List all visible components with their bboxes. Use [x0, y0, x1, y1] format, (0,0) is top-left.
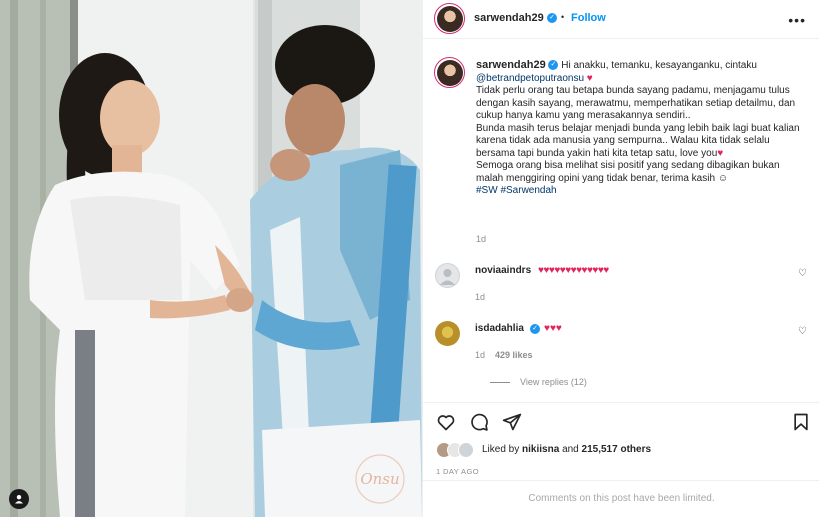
comment-item: noviaaindrs ♥♥♥♥♥♥♥♥♥♥♥♥♥ 1d ♡ [435, 263, 815, 303]
post-timestamp[interactable]: 1 DAY AGO [436, 467, 479, 476]
smile-emoji-icon: ☺ [717, 172, 729, 184]
instagram-post: Onsu sarwendah29 ✓ • Follow ••• sarwenda… [0, 0, 819, 517]
liker-username: nikiisna [522, 444, 560, 455]
verified-badge-icon: ✓ [530, 324, 540, 334]
verified-badge-icon: ✓ [548, 60, 559, 71]
comment-likes[interactable]: 429 likes [495, 350, 533, 360]
watermark-logo: Onsu [355, 454, 405, 504]
share-icon[interactable] [502, 412, 522, 432]
caption-avatar[interactable] [434, 57, 465, 88]
more-options-icon[interactable]: ••• [788, 12, 806, 28]
comments-scroll[interactable]: sarwendah29 ✓ Hi anakku, temanku, kesaya… [423, 50, 819, 390]
comment-like-heart-icon[interactable]: ♡ [798, 326, 807, 337]
likes-text[interactable]: Liked by nikiisna and 215,517 others [482, 444, 651, 455]
caption-username[interactable]: sarwendah29 [476, 59, 546, 71]
comment-like-heart-icon[interactable]: ♡ [798, 268, 807, 279]
comments-limited-notice: Comments on this post have been limited. [423, 480, 819, 517]
comment-time[interactable]: 1d [475, 292, 485, 302]
caption-paragraph-1: Tidak perlu orang tau betapa bunda sayan… [476, 85, 796, 121]
caption-paragraph-3: Semoga orang bisa melihat sisi positif y… [476, 160, 780, 184]
likes-count: 215,517 others [581, 444, 652, 455]
author-avatar[interactable] [434, 3, 465, 34]
caption-hashtags[interactable]: #SW #Sarwendah [476, 185, 557, 196]
post-header: sarwendah29 ✓ • Follow ••• [423, 0, 819, 39]
comment-text: ♥♥♥ [544, 323, 562, 334]
photo-illustration [0, 0, 422, 517]
save-bookmark-icon[interactable] [791, 412, 811, 432]
view-replies-button[interactable]: View replies (12) [490, 377, 587, 387]
comment-username[interactable]: isdadahlia [475, 323, 524, 334]
svg-text:Onsu: Onsu [360, 470, 399, 488]
liker-avatars[interactable] [436, 442, 476, 458]
comment-text: ♥♥♥♥♥♥♥♥♥♥♥♥♥ [538, 265, 609, 276]
author-username[interactable]: sarwendah29 [474, 12, 544, 24]
post-actions [423, 402, 819, 438]
comment-time[interactable]: 1d [475, 350, 485, 360]
caption-paragraph-2: Bunda masih terus belajar menjadi bunda … [476, 122, 800, 159]
like-heart-icon[interactable] [436, 412, 456, 432]
post-photo[interactable]: Onsu [0, 0, 422, 517]
follow-button[interactable]: Follow [571, 12, 606, 24]
comment-icon[interactable] [469, 412, 489, 432]
dot-separator: • [561, 12, 565, 22]
caption-mention[interactable]: @betrandpetoputraonsu [476, 73, 584, 84]
likes-summary: Liked by nikiisna and 215,517 others [436, 440, 816, 460]
post-sidebar: sarwendah29 ✓ • Follow ••• sarwendah29 ✓… [422, 0, 819, 517]
comment-username[interactable]: noviaaindrs [475, 265, 531, 276]
verified-badge-icon: ✓ [547, 13, 557, 23]
commenter-avatar[interactable] [435, 321, 460, 346]
commenter-avatar[interactable] [435, 263, 460, 288]
heart-emoji-icon: ♥ [717, 147, 724, 159]
caption: sarwendah29 ✓ Hi anakku, temanku, kesaya… [476, 59, 806, 198]
caption-greeting: Hi anakku, temanku, kesayanganku, cintak… [561, 60, 757, 71]
comment-item: isdadahlia ✓ ♥♥♥ 1d 429 likes ♡ View rep… [435, 321, 815, 390]
tagged-people-icon[interactable] [9, 489, 29, 509]
heart-emoji-icon: ♥ [586, 72, 593, 84]
caption-time[interactable]: 1d [476, 234, 486, 244]
